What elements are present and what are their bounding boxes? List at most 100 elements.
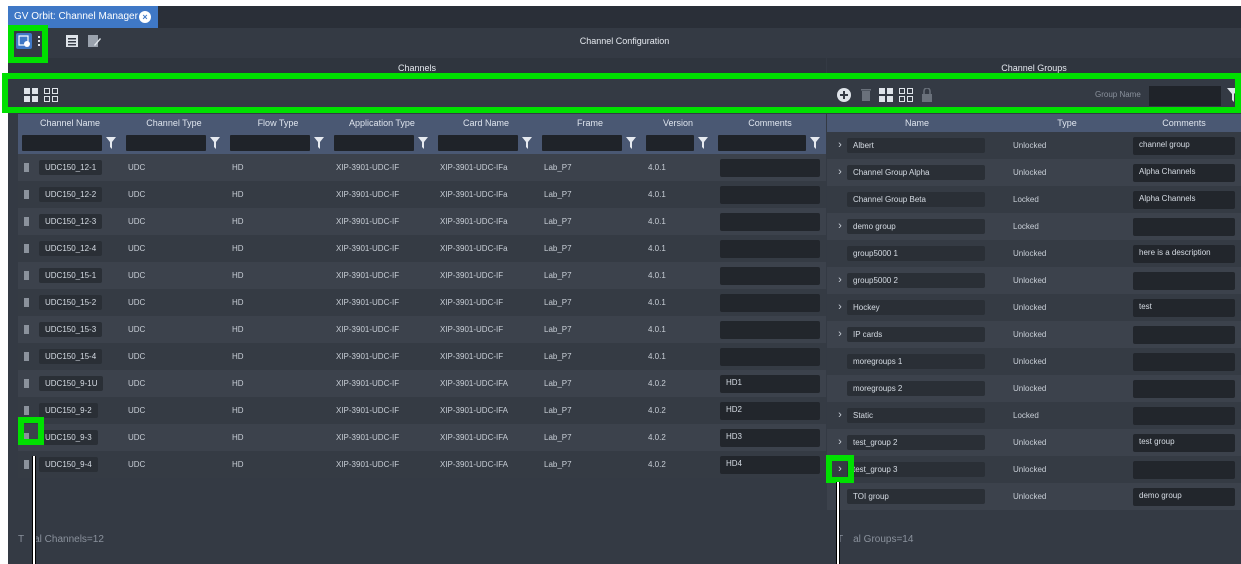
group-comment-field[interactable] — [1133, 379, 1235, 398]
group-row[interactable]: › group5000 2 Unlocked — [827, 267, 1241, 294]
filter-input[interactable] — [438, 135, 518, 151]
group-row[interactable]: TOI group Unlocked demo group — [827, 483, 1241, 510]
channel-row[interactable]: UDC150_12-1 UDC HD XIP-3901-UDC-IF XIP-3901-… — [18, 154, 826, 181]
drag-handle-icon[interactable] — [24, 244, 29, 254]
group-row[interactable]: › Albert Unlocked channel group — [827, 132, 1241, 159]
group-comment-field[interactable] — [1133, 352, 1235, 371]
groups-col-header[interactable]: Comments — [1127, 114, 1241, 132]
channels-col-header[interactable]: Channel Type — [122, 114, 226, 132]
groups-col-header[interactable]: Name — [827, 114, 1007, 132]
group-comment-field[interactable]: channel group — [1133, 136, 1235, 155]
group-comment-field[interactable]: test — [1133, 298, 1235, 317]
group-comment-field[interactable]: demo group — [1133, 487, 1235, 506]
group-comment-field[interactable] — [1133, 325, 1235, 344]
channel-comment-field[interactable] — [720, 158, 820, 177]
group-row[interactable]: › test_group 3 Unlocked — [827, 456, 1241, 483]
group-comment-field[interactable]: Alpha Channels — [1133, 163, 1235, 182]
channel-comment-field[interactable] — [720, 266, 820, 285]
channels-col-header[interactable]: Flow Type — [226, 114, 330, 132]
channel-comment-field[interactable]: HD4 — [720, 455, 820, 474]
filter-input[interactable] — [22, 135, 102, 151]
channel-comment-field[interactable] — [720, 320, 820, 339]
group-row[interactable]: moregroups 2 Unlocked — [827, 375, 1241, 402]
channel-row[interactable]: UDC150_15-2 UDC HD XIP-3901-UDC-IF XIP-3901-… — [18, 289, 826, 316]
drag-handle-icon[interactable] — [24, 271, 29, 281]
channels-col-header[interactable]: Card Name — [434, 114, 538, 132]
chevron-right-icon[interactable]: › — [833, 328, 847, 340]
channel-comment-field[interactable]: HD2 — [720, 401, 820, 420]
channel-row[interactable]: UDC150_12-2 UDC HD XIP-3901-UDC-IF XIP-3901-… — [18, 181, 826, 208]
channels-col-header[interactable]: Version — [642, 114, 714, 132]
drag-handle-icon[interactable] — [24, 163, 29, 173]
filter-icon[interactable] — [314, 137, 324, 149]
group-comment-field[interactable] — [1133, 217, 1235, 236]
channel-comment-field[interactable] — [720, 212, 820, 231]
drag-handle-icon[interactable] — [24, 406, 29, 416]
channel-row[interactable]: UDC150_15-3 UDC HD XIP-3901-UDC-IF XIP-3901-… — [18, 316, 826, 343]
group-row[interactable]: group5000 1 Unlocked here is a description — [827, 240, 1241, 267]
drag-handle-icon[interactable] — [24, 217, 29, 227]
filter-input[interactable] — [718, 135, 806, 151]
channel-comment-field[interactable] — [720, 293, 820, 312]
channel-row[interactable]: UDC150_9-3 UDC HD XIP-3901-UDC-IF XIP-3901-U… — [18, 424, 826, 451]
filter-icon[interactable] — [698, 137, 708, 149]
drag-handle-icon[interactable] — [24, 190, 29, 200]
filter-input[interactable] — [334, 135, 414, 151]
group-row[interactable]: › test_group 2 Unlocked test group — [827, 429, 1241, 456]
filter-icon[interactable] — [810, 137, 820, 149]
close-icon[interactable]: × — [139, 11, 151, 23]
group-row[interactable]: › Channel Group Alpha Unlocked Alpha Channe… — [827, 159, 1241, 186]
group-cell: Unlocked — [1007, 294, 1127, 321]
drag-handle-icon[interactable] — [24, 298, 29, 308]
channel-comment-field[interactable]: HD3 — [720, 428, 820, 447]
chevron-right-icon[interactable]: › — [833, 274, 847, 286]
group-comment-field[interactable] — [1133, 406, 1235, 425]
filter-icon[interactable] — [106, 137, 116, 149]
channel-row[interactable]: UDC150_12-3 UDC HD XIP-3901-UDC-IF XIP-3901-… — [18, 208, 826, 235]
group-row[interactable]: › demo group Locked — [827, 213, 1241, 240]
channel-comment-field[interactable]: HD1 — [720, 374, 820, 393]
channel-row[interactable]: UDC150_9-2 UDC HD XIP-3901-UDC-IF XIP-3901-U… — [18, 397, 826, 424]
channel-row[interactable]: UDC150_15-4 UDC HD XIP-3901-UDC-IF XIP-3901-… — [18, 343, 826, 370]
channel-row[interactable]: UDC150_9-1U UDC HD XIP-3901-UDC-IF XIP-3901-… — [18, 370, 826, 397]
drag-handle-icon[interactable] — [24, 460, 29, 470]
groups-col-header[interactable]: Type — [1007, 114, 1127, 132]
filter-input[interactable] — [542, 135, 622, 151]
group-comment-field[interactable] — [1133, 460, 1235, 479]
drag-handle-icon[interactable] — [24, 379, 29, 389]
drag-handle-icon[interactable] — [24, 325, 29, 335]
channel-comment-field[interactable] — [720, 239, 820, 258]
channels-col-header[interactable]: Comments — [714, 114, 826, 132]
chevron-right-icon[interactable]: › — [833, 409, 847, 421]
group-row[interactable]: › IP cards Unlocked — [827, 321, 1241, 348]
channels-col-header[interactable]: Application Type — [330, 114, 434, 132]
channel-row[interactable]: UDC150_15-1 UDC HD XIP-3901-UDC-IF XIP-3901-… — [18, 262, 826, 289]
chevron-right-icon[interactable]: › — [833, 436, 847, 448]
chevron-right-icon[interactable]: › — [833, 166, 847, 178]
channel-row[interactable]: UDC150_9-4 UDC HD XIP-3901-UDC-IF XIP-3901-U… — [18, 451, 826, 478]
filter-icon[interactable] — [626, 137, 636, 149]
channel-comment-field[interactable] — [720, 347, 820, 366]
channels-col-header[interactable]: Channel Name — [18, 114, 122, 132]
filter-icon[interactable] — [522, 137, 532, 149]
filter-input[interactable] — [126, 135, 206, 151]
channel-row[interactable]: UDC150_12-4 UDC HD XIP-3901-UDC-IF XIP-3901-… — [18, 235, 826, 262]
group-row[interactable]: › Static Locked — [827, 402, 1241, 429]
chevron-right-icon[interactable]: › — [833, 220, 847, 232]
group-comment-field[interactable]: test group — [1133, 433, 1235, 452]
group-row[interactable]: Channel Group Beta Locked Alpha Channels — [827, 186, 1241, 213]
group-row[interactable]: moregroups 1 Unlocked — [827, 348, 1241, 375]
chevron-right-icon[interactable]: › — [833, 301, 847, 313]
group-comment-field[interactable] — [1133, 271, 1235, 290]
drag-handle-icon[interactable] — [24, 352, 29, 362]
filter-icon[interactable] — [418, 137, 428, 149]
group-comment-field[interactable]: Alpha Channels — [1133, 190, 1235, 209]
channel-comment-field[interactable] — [720, 185, 820, 204]
chevron-right-icon[interactable]: › — [833, 139, 847, 151]
group-row[interactable]: › Hockey Unlocked test — [827, 294, 1241, 321]
channels-col-header[interactable]: Frame — [538, 114, 642, 132]
filter-input[interactable] — [646, 135, 694, 151]
filter-icon[interactable] — [210, 137, 220, 149]
group-comment-field[interactable]: here is a description — [1133, 244, 1235, 263]
filter-input[interactable] — [230, 135, 310, 151]
